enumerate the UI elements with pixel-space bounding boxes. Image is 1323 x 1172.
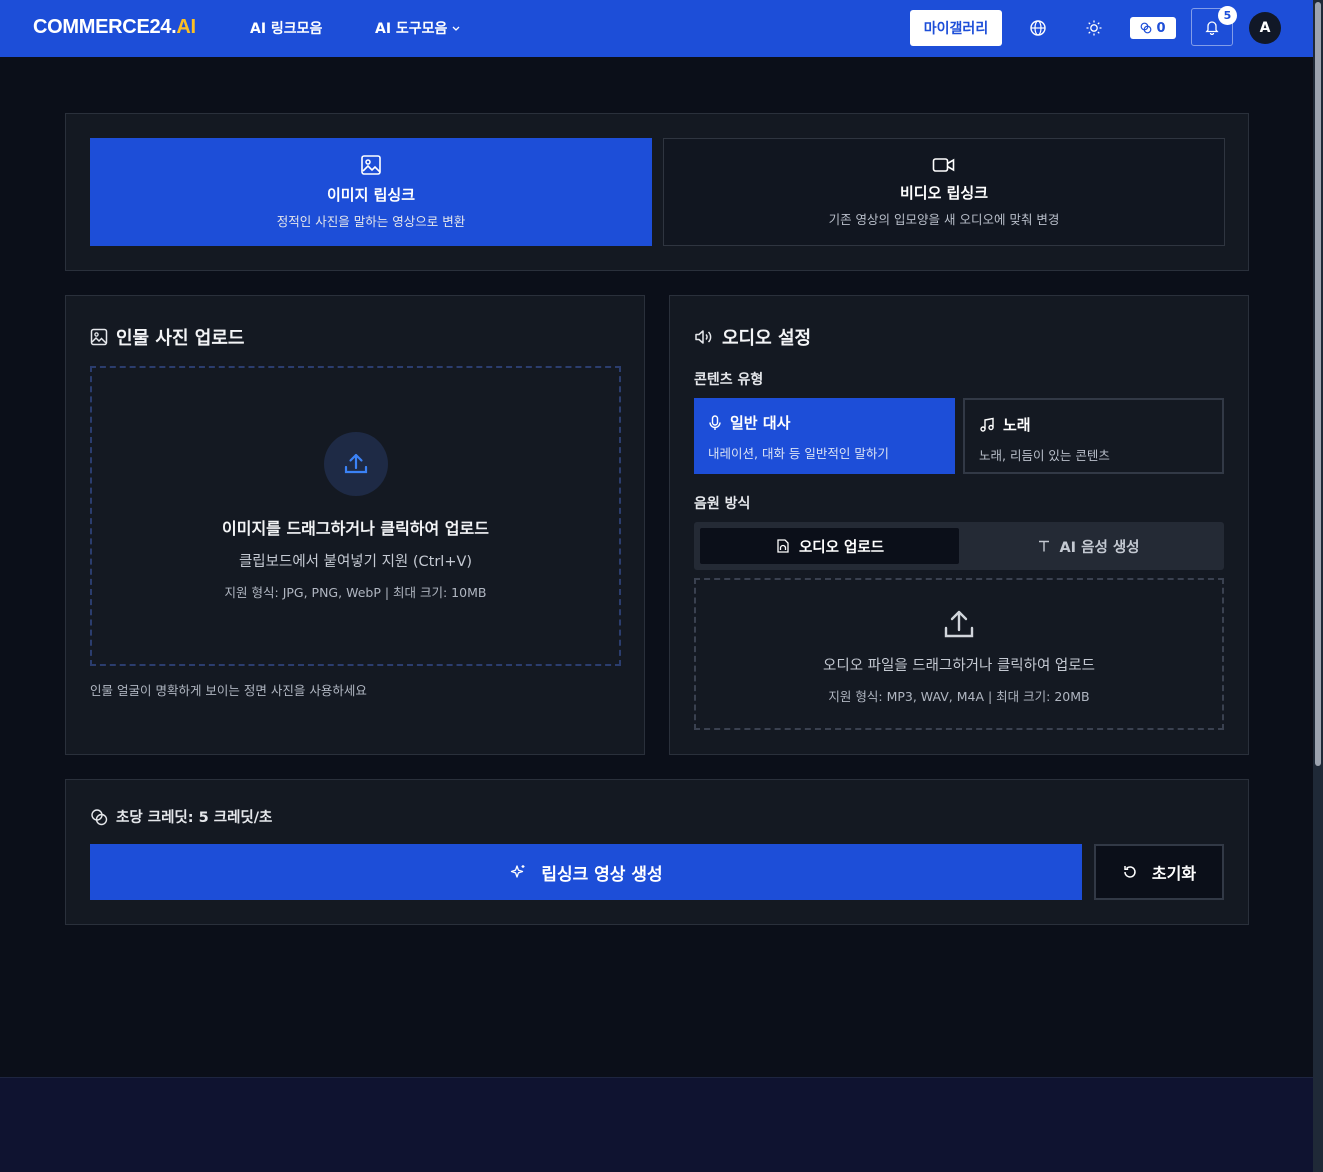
audio-source-label: 음원 방식 xyxy=(694,496,751,512)
text-type-icon xyxy=(1037,539,1051,553)
content-type-label: 콘텐츠 유형 xyxy=(694,372,764,388)
top-navbar: COMMERCE24.AI AI 링크모음 AI 도구모음 마이갤러리 0 5 … xyxy=(0,0,1313,57)
action-card: 초당 크레딧: 5 크레딧/초 립싱크 영상 생성 초기화 xyxy=(65,779,1249,925)
photo-upload-card: 인물 사진 업로드 이미지를 드래그하거나 클릭하여 업로드 클립보드에서 붙여… xyxy=(65,295,645,755)
nav-ai-tools-label: AI 도구모음 xyxy=(375,21,448,37)
content-type-title: 노래 xyxy=(979,414,1208,435)
image-icon xyxy=(360,154,382,176)
mode-description: 기존 영상의 입모양을 새 오디오에 맞춰 변경 xyxy=(828,212,1060,227)
credit-rate: 초당 크레딧: 5 크레딧/초 xyxy=(90,806,272,827)
content-type-description: 노래, 리듬이 있는 콘텐츠 xyxy=(979,448,1110,463)
image-icon xyxy=(90,328,108,346)
photo-upload-hint: 인물 얼굴이 명확하게 보이는 정면 사진을 사용하세요 xyxy=(90,683,367,698)
reset-button[interactable]: 초기화 xyxy=(1094,844,1224,900)
sun-icon[interactable] xyxy=(1084,18,1104,38)
audio-source-toggle: 오디오 업로드 AI 음성 생성 xyxy=(694,522,1224,570)
photo-dropzone-subtitle: 클립보드에서 붙여넣기 지원 (Ctrl+V) xyxy=(238,554,473,570)
photo-dropzone-title: 이미지를 드래그하거나 클릭하여 업로드 xyxy=(222,519,489,538)
user-avatar[interactable]: A xyxy=(1249,12,1281,44)
music-note-icon xyxy=(979,417,995,433)
bell-icon xyxy=(1204,19,1220,35)
rotate-ccw-icon xyxy=(1122,864,1138,880)
nav-ai-links-label: AI 링크모음 xyxy=(250,21,323,37)
video-camera-icon xyxy=(932,156,956,174)
tab-audio-upload[interactable]: 오디오 업로드 xyxy=(700,528,959,564)
mode-selector-card: 이미지 립싱크 정적인 사진을 말하는 영상으로 변환 비디오 립싱크 기존 영… xyxy=(65,113,1249,271)
mode-title: 이미지 립싱크 xyxy=(326,186,416,204)
my-gallery-button[interactable]: 마이갤러리 xyxy=(910,10,1002,46)
mode-title: 비디오 립싱크 xyxy=(899,184,989,202)
credit-balance-value: 0 xyxy=(1156,20,1166,36)
nav-ai-links[interactable]: AI 링크모음 xyxy=(250,18,322,38)
audio-dropzone[interactable]: 오디오 파일을 드래그하거나 클릭하여 업로드 지원 형식: MP3, WAV,… xyxy=(694,578,1224,730)
coins-icon xyxy=(90,808,108,826)
chevron-down-icon xyxy=(451,23,461,33)
page-scrollbar[interactable] xyxy=(1313,0,1323,1172)
content-type-description: 내레이션, 대화 등 일반적인 말하기 xyxy=(708,446,889,461)
coins-icon xyxy=(1140,22,1152,34)
photo-upload-title: 인물 사진 업로드 xyxy=(90,324,244,350)
brand-logo[interactable]: COMMERCE24.AI xyxy=(33,16,196,39)
audio-dropzone-title: 오디오 파일을 드래그하거나 클릭하여 업로드 xyxy=(823,658,1095,674)
content-type-song[interactable]: 노래 노래, 리듬이 있는 콘텐츠 xyxy=(963,398,1224,474)
photo-dropzone-note: 지원 형식: JPG, PNG, WebP | 최대 크기: 10MB xyxy=(224,585,487,600)
audio-dropzone-note: 지원 형식: MP3, WAV, M4A | 최대 크기: 20MB xyxy=(828,689,1090,704)
upload-icon xyxy=(324,432,388,496)
credit-balance-chip[interactable]: 0 xyxy=(1130,17,1176,39)
audio-settings-title: 오디오 설정 xyxy=(694,324,811,350)
sparkles-icon xyxy=(509,863,527,881)
notification-count-badge: 5 xyxy=(1218,6,1237,25)
page-footer xyxy=(0,1077,1313,1172)
upload-icon xyxy=(941,606,977,642)
mode-description: 정적인 사진을 말하는 영상으로 변환 xyxy=(276,214,466,229)
content-type-speech[interactable]: 일반 대사 내레이션, 대화 등 일반적인 말하기 xyxy=(694,398,955,474)
mode-image-lipsync[interactable]: 이미지 립싱크 정적인 사진을 말하는 영상으로 변환 xyxy=(90,138,652,246)
scrollbar-thumb[interactable] xyxy=(1315,2,1321,766)
speaker-icon xyxy=(694,328,714,346)
photo-dropzone[interactable]: 이미지를 드래그하거나 클릭하여 업로드 클립보드에서 붙여넣기 지원 (Ctr… xyxy=(90,366,621,666)
generate-lipsync-button[interactable]: 립싱크 영상 생성 xyxy=(90,844,1082,900)
microphone-icon xyxy=(708,414,722,431)
tab-ai-voice[interactable]: AI 음성 생성 xyxy=(959,528,1218,564)
audio-settings-card: 오디오 설정 콘텐츠 유형 일반 대사 내레이션, 대화 등 일반적인 말하기 … xyxy=(669,295,1249,755)
content-type-title: 일반 대사 xyxy=(708,412,941,433)
file-audio-icon xyxy=(775,538,791,554)
mode-video-lipsync[interactable]: 비디오 립싱크 기존 영상의 입모양을 새 오디오에 맞춰 변경 xyxy=(663,138,1225,246)
globe-icon[interactable] xyxy=(1028,18,1048,38)
nav-ai-tools[interactable]: AI 도구모음 xyxy=(375,18,461,38)
